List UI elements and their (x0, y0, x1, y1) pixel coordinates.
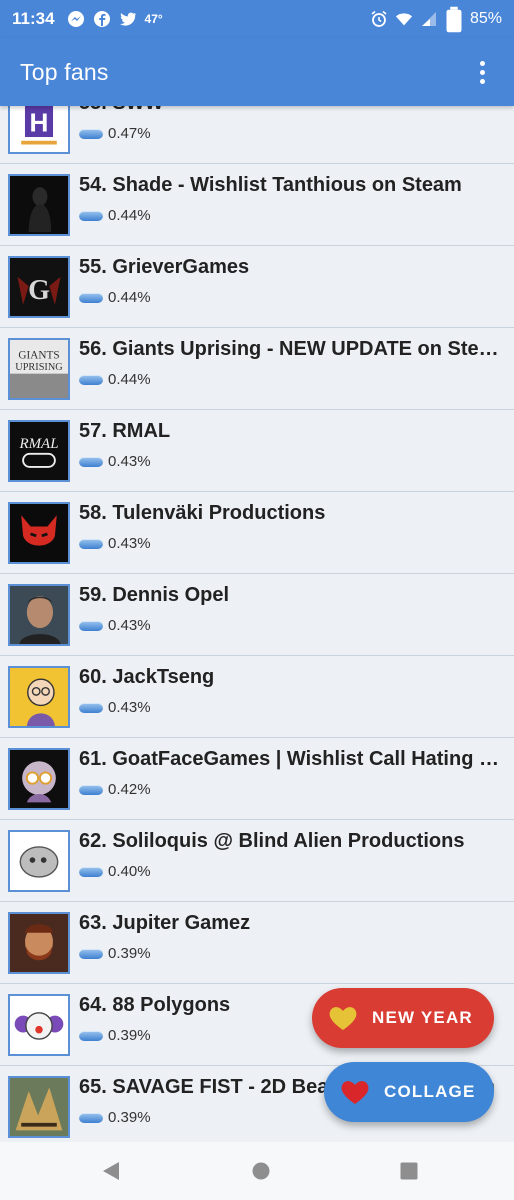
list-item[interactable]: 62. Soliloquis @ Blind Alien Productions… (0, 820, 514, 902)
fan-name: 63. Jupiter Gamez (79, 912, 251, 934)
back-icon[interactable] (100, 1160, 122, 1182)
fan-name: 56. Giants Uprising - NEW UPDATE on Stea… (79, 338, 507, 360)
fan-percent: 0.44% (108, 371, 151, 388)
fan-name: 57. RMAL (79, 420, 171, 442)
twitter-icon (119, 10, 137, 28)
system-nav-bar (0, 1142, 514, 1200)
signal-icon (420, 10, 438, 28)
fan-percent: 0.43% (108, 453, 151, 470)
facebook-icon (93, 10, 111, 28)
new-year-label: NEW YEAR (372, 1008, 473, 1027)
avatar: G (8, 256, 70, 318)
list-item[interactable]: 54. Shade - Wishlist Tanthious on Steam … (0, 164, 514, 246)
avatar (8, 174, 70, 236)
fan-percent: 0.39% (108, 945, 151, 962)
alarm-icon (370, 10, 388, 28)
status-temperature: 47° (144, 12, 163, 26)
percent-pill-icon (79, 1112, 103, 1123)
list-item[interactable]: H 53. SWW 0.47% (0, 106, 514, 164)
percent-pill-icon (79, 292, 103, 303)
list-item[interactable]: RMAL 57. RMAL 0.43% (0, 410, 514, 492)
list-item[interactable]: 59. Dennis Opel 0.43% (0, 574, 514, 656)
fan-percent: 0.44% (108, 207, 151, 224)
fan-name: 61. GoatFaceGames | Wishlist Call Hating… (79, 748, 507, 770)
heart-icon (329, 1007, 357, 1030)
fan-percent: 0.43% (108, 617, 151, 634)
avatar (8, 748, 70, 810)
percent-pill-icon (79, 374, 103, 385)
percent-pill-icon (79, 620, 103, 631)
percent-pill-icon (79, 866, 103, 877)
svg-text:UPRISING: UPRISING (15, 362, 63, 373)
status-time: 11:34 (12, 9, 55, 28)
avatar (8, 502, 70, 564)
percent-pill-icon (79, 1030, 103, 1041)
fan-percent: 0.39% (108, 1109, 151, 1126)
percent-pill-icon (79, 784, 103, 795)
fan-percent: 0.44% (108, 289, 151, 306)
list-item[interactable]: 61. GoatFaceGames | Wishlist Call Hating… (0, 738, 514, 820)
avatar (8, 830, 70, 892)
avatar (8, 666, 70, 728)
collage-button[interactable]: COLLAGE (324, 1062, 494, 1122)
fan-list[interactable]: H 53. SWW 0.47% 54. Shade - Wishlist Tan… (0, 106, 514, 1142)
fan-percent: 0.42% (108, 781, 151, 798)
svg-text:G: G (28, 275, 50, 306)
svg-text:H: H (30, 107, 49, 137)
status-bar: 11:34 47° 85% (0, 0, 514, 38)
app-bar: Top fans (0, 38, 514, 106)
fan-name: 58. Tulenväki Productions (79, 502, 326, 524)
messenger-icon (67, 10, 85, 28)
percent-pill-icon (79, 702, 103, 713)
list-item[interactable]: GIANTS UPRISING 56. Giants Uprising - NEW… (0, 328, 514, 410)
list-item[interactable]: 63. Jupiter Gamez 0.39% (0, 902, 514, 984)
avatar (8, 584, 70, 646)
percent-pill-icon (79, 128, 103, 139)
avatar: H (8, 106, 70, 154)
new-year-button[interactable]: NEW YEAR (312, 988, 494, 1048)
fan-name: 60. JackTseng (79, 666, 215, 688)
fan-percent: 0.47% (108, 125, 151, 142)
percent-pill-icon (79, 456, 103, 467)
percent-pill-icon (79, 538, 103, 549)
avatar: GIANTS UPRISING (8, 338, 70, 400)
fan-name: 53. SWW (79, 106, 507, 115)
svg-text:RMAL: RMAL (18, 436, 58, 452)
collage-label: COLLAGE (384, 1082, 476, 1101)
home-icon[interactable] (250, 1160, 272, 1182)
avatar: RMAL (8, 420, 70, 482)
fan-name: 54. Shade - Wishlist Tanthious on Steam (79, 174, 462, 196)
fan-percent: 0.39% (108, 1027, 151, 1044)
fan-name: 55. GrieverGames (79, 256, 250, 278)
fan-name: 59. Dennis Opel (79, 584, 230, 606)
heart-icon (341, 1081, 369, 1104)
avatar (8, 1076, 70, 1138)
battery-icon (445, 6, 463, 32)
fan-percent: 0.43% (108, 699, 151, 716)
list-item[interactable]: 60. JackTseng 0.43% (0, 656, 514, 738)
percent-pill-icon (79, 948, 103, 959)
page-title: Top fans (20, 58, 109, 85)
list-item[interactable]: G 55. GrieverGames 0.44% (0, 246, 514, 328)
fan-percent: 0.40% (108, 863, 151, 880)
percent-pill-icon (79, 210, 103, 221)
svg-text:GIANTS: GIANTS (18, 350, 59, 362)
list-item[interactable]: 58. Tulenväki Productions 0.43% (0, 492, 514, 574)
wifi-icon (395, 10, 413, 28)
recent-apps-icon[interactable] (398, 1160, 420, 1182)
avatar (8, 994, 70, 1056)
more-options-icon[interactable] (470, 52, 494, 92)
avatar (8, 912, 70, 974)
battery-percent: 85% (469, 10, 502, 27)
fan-percent: 0.43% (108, 535, 151, 552)
fan-name: 62. Soliloquis @ Blind Alien Productions (79, 830, 465, 852)
